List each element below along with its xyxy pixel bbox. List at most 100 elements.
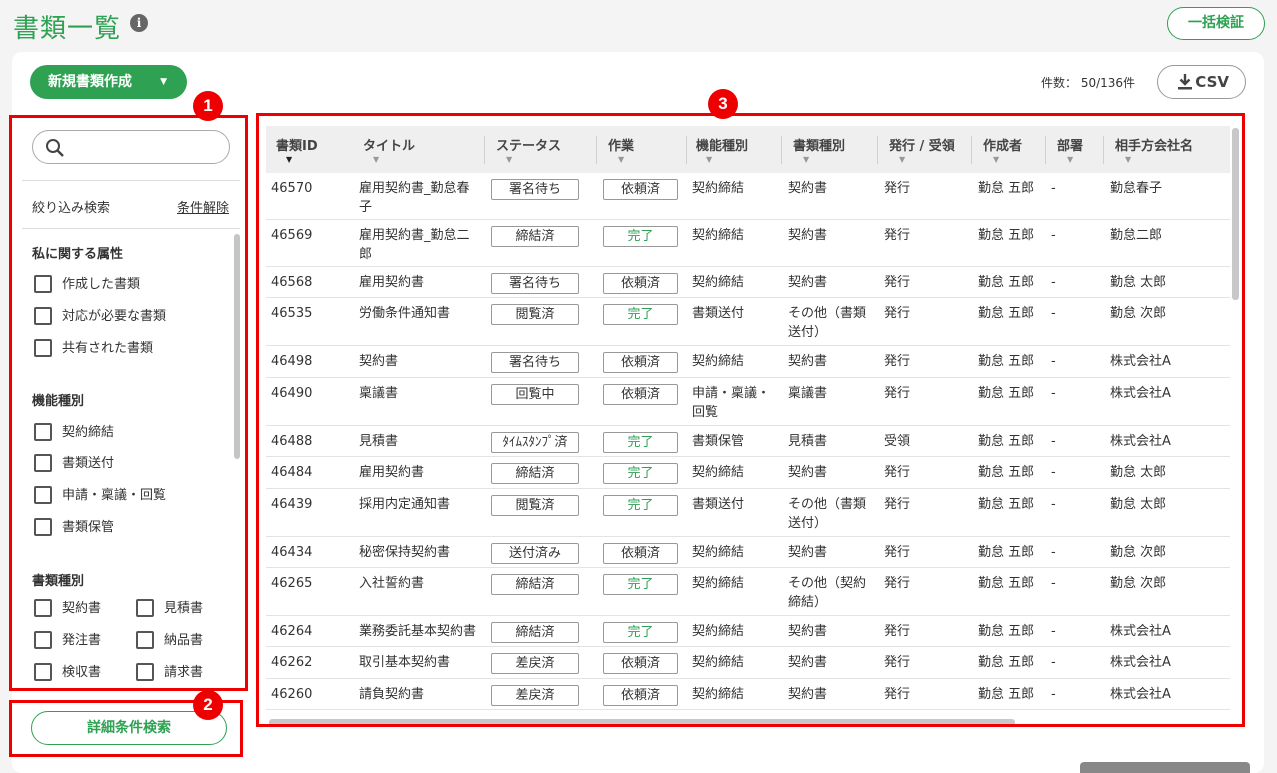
checkbox-label: 作成した書類 bbox=[62, 277, 141, 292]
column-header-title[interactable]: タイトル ▼ bbox=[363, 126, 415, 173]
checkbox[interactable] bbox=[34, 338, 52, 357]
checkbox[interactable] bbox=[34, 306, 52, 325]
checkbox[interactable] bbox=[34, 598, 52, 617]
checkbox[interactable] bbox=[34, 485, 52, 504]
cell-id: 46488 bbox=[271, 434, 313, 449]
checkbox[interactable] bbox=[34, 274, 52, 293]
filter-doc-estimate[interactable]: 見積書 bbox=[136, 598, 203, 619]
cell-partner: 勤怠 次郎 bbox=[1110, 545, 1167, 560]
cell-issue: 発行 bbox=[884, 655, 911, 670]
table-row[interactable]: 46439 採用内定通知書 閲覧済 完了 書類送付 その他（書類 送付） 発行 勤怠 五郎 - 勤怠… bbox=[266, 489, 1230, 537]
table-row[interactable]: 46568 雇用契約書 署名待ち 依頼済 契約締結 契約書 発行 勤怠 五郎 - 勤怠 太郎 bbox=[266, 267, 1230, 298]
status-badge: 差戻済 bbox=[491, 685, 579, 706]
status-badge: ﾀｲﾑｽﾀﾝﾌﾟ済 bbox=[491, 432, 579, 453]
checkbox-label: 発注書 bbox=[62, 633, 102, 648]
sort-icon: ▼ bbox=[286, 155, 293, 164]
checkbox[interactable] bbox=[34, 453, 52, 472]
info-icon[interactable]: i bbox=[130, 14, 148, 32]
cell-id: 46260 bbox=[271, 687, 313, 702]
filter-doc-inspection[interactable]: 検収書 bbox=[34, 662, 102, 683]
cell-title: 請負契約書 bbox=[359, 687, 425, 702]
search-input[interactable] bbox=[73, 137, 223, 157]
filter-shared[interactable]: 共有された書類 bbox=[34, 338, 153, 359]
table-row[interactable]: 46484 雇用契約書 締結済 完了 契約締結 契約書 発行 勤怠 五郎 - 勤怠 太郎 bbox=[266, 457, 1230, 489]
search-icon bbox=[46, 139, 64, 157]
checkbox[interactable] bbox=[136, 662, 154, 681]
column-header-doctype[interactable]: 書類種別 ▼ bbox=[793, 126, 845, 173]
checkbox[interactable] bbox=[136, 598, 154, 617]
csv-download-button[interactable]: CSV bbox=[1157, 65, 1246, 99]
column-header-status[interactable]: ステータス ▼ bbox=[496, 126, 561, 173]
table-row[interactable]: 46490 稟議書 回覧中 依頼済 申請・稟議・ 回覧 稟議書 発行 勤怠 五郎 - 株式会社A bbox=[266, 378, 1230, 426]
table-row[interactable]: 46535 労働条件通知書 閲覧済 完了 書類送付 その他（書類 送付） 発行 勤怠 五郎 - 勤怠… bbox=[266, 298, 1230, 346]
cell-doctype: その他（書類 送付） bbox=[788, 497, 867, 531]
table-vertical-scrollbar[interactable] bbox=[1232, 128, 1239, 300]
cell-function: 契約締結 bbox=[692, 275, 745, 290]
table-row[interactable]: 46260 請負契約書 差戻済 依頼済 契約締結 契約書 発行 勤怠 五郎 - 株式会社A bbox=[266, 679, 1230, 710]
cell-id: 46484 bbox=[271, 465, 313, 480]
corner-widget[interactable] bbox=[1080, 762, 1250, 773]
cell-author: 勤怠 五郎 bbox=[978, 386, 1035, 401]
table-row[interactable]: 46570 雇用契約書_勤怠春子署名待ち 依頼済 契約締結 契約書 発行 勤怠 五郎 - 勤怠春… bbox=[266, 173, 1230, 220]
cell-function: 申請・稟議・ 回覧 bbox=[692, 386, 771, 420]
table-row[interactable]: 46262 取引基本契約書 差戻済 依頼済 契約締結 契約書 発行 勤怠 五郎 - 株式会社A bbox=[266, 647, 1230, 679]
clear-conditions-link[interactable]: 条件解除 bbox=[177, 197, 229, 216]
sort-icon: ▼ bbox=[506, 155, 513, 164]
cell-function: 契約締結 bbox=[692, 655, 745, 670]
cell-issue: 発行 bbox=[884, 306, 911, 321]
filter-storage[interactable]: 書類保管 bbox=[34, 517, 114, 538]
table-row[interactable]: 46488 見積書 ﾀｲﾑｽﾀﾝﾌﾟ済 完了 書類保管 見積書 受領 勤怠 五郎 - 株式会社A bbox=[266, 426, 1230, 457]
filter-created[interactable]: 作成した書類 bbox=[34, 274, 141, 295]
cell-id: 46498 bbox=[271, 354, 313, 369]
cell-id: 46569 bbox=[271, 228, 313, 243]
column-header-id[interactable]: 書類ID ▼ bbox=[276, 126, 318, 173]
filter-doc-contract[interactable]: 契約書 bbox=[34, 598, 102, 619]
column-header-dept[interactable]: 部署 ▼ bbox=[1057, 126, 1083, 173]
checkbox[interactable] bbox=[34, 662, 52, 681]
filter-scrollbar[interactable] bbox=[234, 234, 240, 459]
filter-doc-invoice[interactable]: 請求書 bbox=[136, 662, 203, 683]
column-header-issue[interactable]: 発行 / 受領 ▼ bbox=[889, 126, 955, 173]
bulk-verify-button[interactable]: 一括検証 bbox=[1167, 7, 1265, 40]
filter-send[interactable]: 書類送付 bbox=[34, 453, 114, 474]
table-row[interactable]: 46569 雇用契約書_勤怠二郎締結済 完了 契約締結 契約書 発行 勤怠 五郎 - 勤怠二郎 bbox=[266, 220, 1230, 267]
table-horizontal-scrollbar[interactable] bbox=[269, 719, 1015, 724]
cell-function: 書類送付 bbox=[692, 497, 745, 512]
checkbox[interactable] bbox=[34, 422, 52, 441]
filter-action-needed[interactable]: 対応が必要な書類 bbox=[34, 306, 166, 327]
callout-badge-1: 1 bbox=[193, 91, 223, 121]
cell-issue: 発行 bbox=[884, 354, 911, 369]
checkbox[interactable] bbox=[34, 630, 52, 649]
filter-contract[interactable]: 契約締結 bbox=[34, 422, 114, 443]
checkbox[interactable] bbox=[34, 517, 52, 536]
cell-title: 秘密保持契約書 bbox=[359, 545, 451, 560]
download-icon bbox=[1178, 74, 1192, 90]
work-badge: 完了 bbox=[603, 622, 678, 643]
cell-title: 雇用契約書_勤怠二郎 bbox=[359, 228, 470, 262]
new-document-button[interactable]: 新規書類作成 ▼ bbox=[30, 65, 187, 99]
table-row[interactable]: 46265 入社誓約書 締結済 完了 契約締結 その他（契約 締結） 発行 勤怠 五郎 - 勤怠 次… bbox=[266, 568, 1230, 616]
work-badge: 完了 bbox=[603, 304, 678, 325]
status-badge: 締結済 bbox=[491, 622, 579, 643]
cell-id: 46434 bbox=[271, 545, 313, 560]
cell-issue: 発行 bbox=[884, 624, 911, 639]
column-header-function[interactable]: 機能種別 ▼ bbox=[696, 126, 748, 173]
column-header-partner[interactable]: 相手方会社名 ▼ bbox=[1115, 126, 1193, 173]
column-header-work[interactable]: 作業 ▼ bbox=[608, 126, 634, 173]
table-row[interactable]: 46264 業務委託基本契約書 締結済 完了 契約締結 契約書 発行 勤怠 五郎 - 株式会社A bbox=[266, 616, 1230, 647]
filter-doc-delivery[interactable]: 納品書 bbox=[136, 630, 203, 651]
checkbox-label: 検収書 bbox=[62, 665, 102, 680]
table-row[interactable]: 46434 秘密保持契約書 送付済み 依頼済 契約締結 契約書 発行 勤怠 五郎 - 勤怠 次郎 bbox=[266, 537, 1230, 568]
search-box[interactable] bbox=[32, 130, 230, 164]
checkbox[interactable] bbox=[136, 630, 154, 649]
cell-partner: 勤怠二郎 bbox=[1110, 228, 1163, 243]
cell-partner: 勤怠 次郎 bbox=[1110, 576, 1167, 591]
section-title-function: 機能種別 bbox=[32, 394, 85, 409]
column-header-author[interactable]: 作成者 ▼ bbox=[983, 126, 1022, 173]
cell-author: 勤怠 五郎 bbox=[978, 181, 1035, 196]
filter-approval[interactable]: 申請・稟議・回覧 bbox=[34, 485, 166, 506]
column-separator bbox=[781, 136, 782, 164]
table-row[interactable]: 46498 契約書 署名待ち 依頼済 契約締結 契約書 発行 勤怠 五郎 - 株式会社A bbox=[266, 346, 1230, 378]
filter-doc-order[interactable]: 発注書 bbox=[34, 630, 102, 651]
checkbox-label: 契約書 bbox=[62, 601, 102, 616]
